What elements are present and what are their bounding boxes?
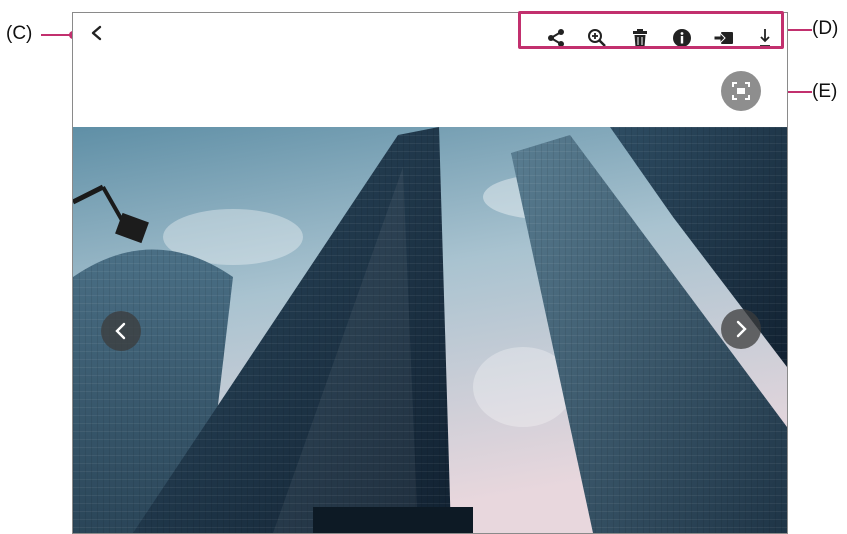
toolbar-highlight — [518, 11, 784, 49]
callout-line-c — [41, 34, 71, 36]
callout-label-c: (C) — [6, 23, 33, 44]
callout-label-d: (D) — [812, 18, 839, 39]
fit-screen-icon — [732, 82, 750, 100]
back-button[interactable] — [85, 19, 109, 47]
next-image-button[interactable] — [721, 309, 761, 349]
callout-label-e: (E) — [812, 81, 838, 102]
chevron-right-icon — [736, 320, 747, 338]
fit-screen-button[interactable] — [721, 71, 761, 111]
photo-image[interactable] — [73, 127, 787, 533]
image-viewer-screen — [72, 12, 788, 534]
chevron-left-icon — [91, 25, 102, 41]
callout-line-d — [784, 29, 812, 31]
chevron-left-icon — [115, 322, 126, 340]
previous-image-button[interactable] — [101, 311, 141, 351]
